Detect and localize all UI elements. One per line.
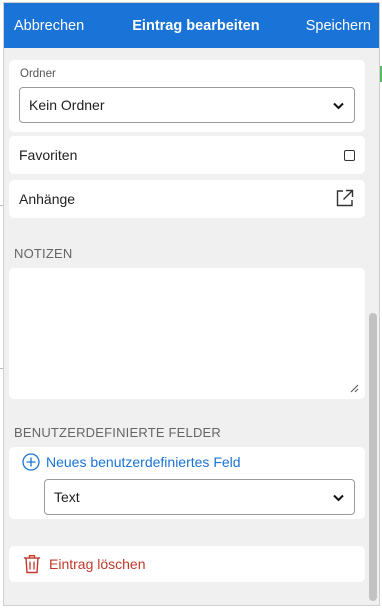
edit-entry-popup: Abbrechen Eintrag bearbeiten Speichern O… [3, 2, 380, 606]
chevron-down-icon [333, 97, 344, 113]
folder-card: Ordner Kein Ordner [9, 60, 365, 132]
delete-entry-button[interactable]: Eintrag löschen [9, 546, 365, 582]
notes-section-label: NOTIZEN [14, 246, 73, 261]
favorites-row[interactable]: Favoriten [9, 136, 365, 174]
custom-fields-card: Neues benutzerdefiniertes Feld Text [9, 447, 365, 519]
add-custom-field-label: Neues benutzerdefiniertes Feld [46, 454, 241, 470]
folder-selected-value: Kein Ordner [29, 97, 105, 113]
folder-select[interactable]: Kein Ordner [19, 87, 355, 123]
trash-icon [23, 554, 41, 574]
top-bar: Abbrechen Eintrag bearbeiten Speichern [4, 3, 379, 48]
page-title: Eintrag bearbeiten [132, 17, 260, 34]
notes-textarea[interactable] [9, 268, 365, 399]
notes-card [9, 268, 365, 399]
folder-label: Ordner [20, 68, 56, 80]
favorites-label: Favoriten [19, 147, 78, 163]
favorites-checkbox[interactable] [344, 149, 355, 161]
plus-circle-icon [22, 453, 40, 471]
custom-fields-section-label: BENUTZERDEFINIERTE FELDER [14, 425, 222, 440]
attachments-row[interactable]: Anhänge [9, 180, 365, 218]
add-custom-field-button[interactable]: Neues benutzerdefiniertes Feld [22, 453, 241, 471]
save-button[interactable]: Speichern [306, 18, 371, 34]
external-link-icon[interactable] [335, 188, 355, 211]
attachments-label: Anhänge [19, 191, 76, 207]
field-type-selected-value: Text [54, 489, 80, 505]
scrollbar[interactable] [369, 313, 377, 601]
delete-entry-label: Eintrag löschen [49, 556, 146, 572]
chevron-down-icon [333, 489, 344, 505]
field-type-select[interactable]: Text [44, 479, 355, 515]
cancel-button[interactable]: Abbrechen [14, 18, 84, 34]
